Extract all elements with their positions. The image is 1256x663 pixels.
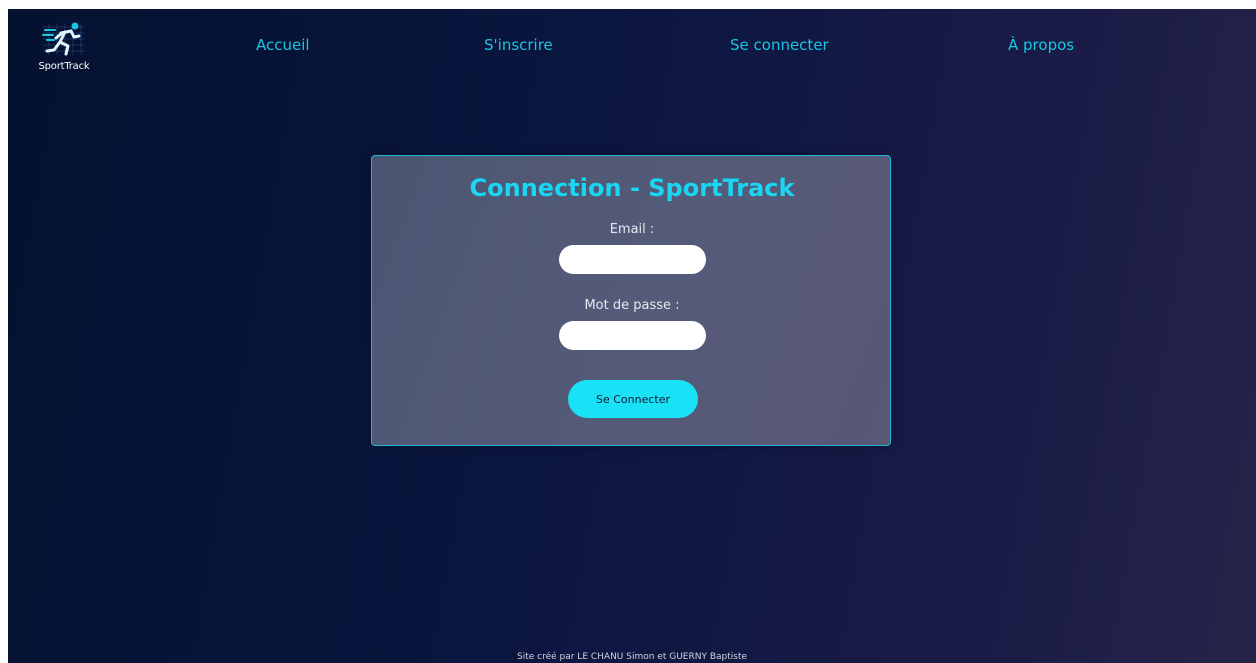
email-label: Email :: [609, 222, 655, 237]
login-card: Connection - SportTrack Email : Mot de p…: [371, 155, 891, 446]
nav-link-se-connecter[interactable]: Se connecter: [730, 36, 829, 54]
login-button[interactable]: Se Connecter: [568, 380, 698, 418]
logo-text: SportTrack: [38, 61, 90, 72]
login-title: Connection - SportTrack: [469, 174, 795, 202]
password-label: Mot de passe :: [584, 298, 680, 313]
nav-link-a-propos[interactable]: À propos: [1008, 36, 1074, 54]
footer-credits: Site créé par LE CHANU Simon et GUERNY B…: [516, 652, 748, 662]
main-nav: Accueil S'inscrire Se connecter À propos: [8, 36, 1256, 60]
page-background: SportTrack Accueil S'inscrire Se connect…: [8, 9, 1256, 663]
email-input[interactable]: [559, 245, 706, 274]
nav-link-accueil[interactable]: Accueil: [256, 36, 310, 54]
password-input[interactable]: [559, 321, 706, 350]
nav-link-sinscrire[interactable]: S'inscrire: [484, 36, 553, 54]
